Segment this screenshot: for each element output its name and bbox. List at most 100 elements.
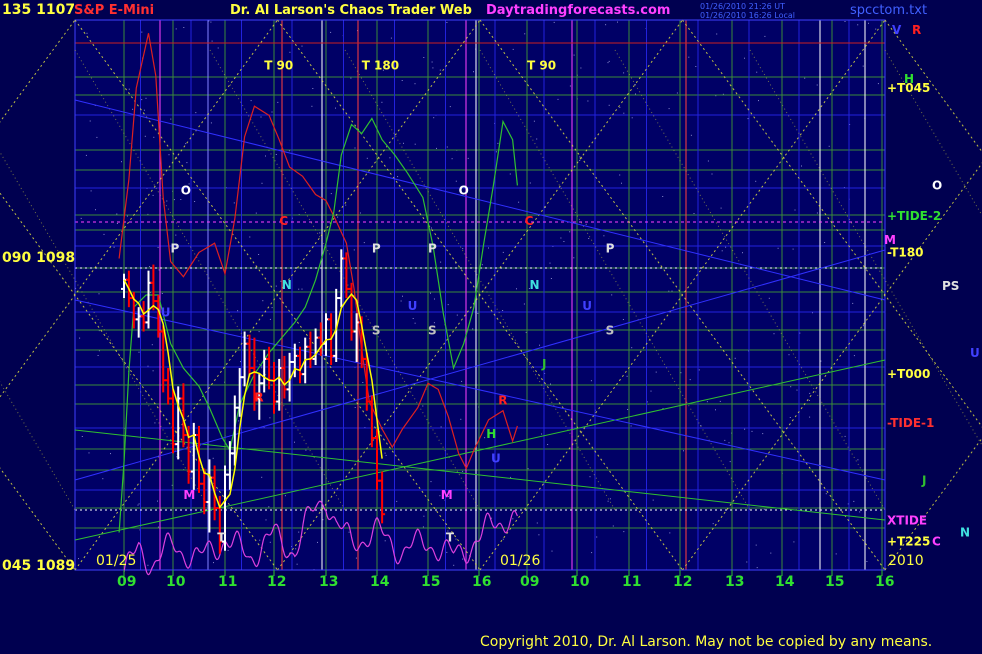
star-dot — [460, 419, 461, 420]
star-dot — [422, 406, 423, 407]
y-tick-top: 135 1107 — [2, 2, 75, 18]
star-dot — [462, 471, 463, 472]
copyright-notice: Copyright 2010, Dr. Al Larson. May not b… — [480, 634, 932, 650]
star-dot — [621, 183, 622, 184]
planet-label: U — [161, 305, 171, 319]
star-dot — [212, 41, 213, 42]
star-dot — [432, 67, 433, 68]
star-dot — [817, 85, 818, 86]
star-dot — [87, 33, 88, 34]
star-dot — [385, 453, 386, 454]
star-dot — [240, 361, 241, 362]
star-dot — [355, 407, 356, 408]
star-dot — [270, 319, 271, 320]
planet-label: R — [254, 391, 263, 405]
star-dot — [272, 112, 273, 113]
right-price-label: -TIDE-1 — [887, 416, 934, 430]
star-dot — [488, 248, 489, 249]
star-dot — [158, 247, 159, 248]
star-dot — [829, 146, 830, 147]
star-dot — [457, 315, 458, 316]
star-dot — [591, 380, 592, 381]
x-tick-label: 13 — [319, 574, 338, 590]
star-dot — [299, 342, 300, 343]
x-tick-label: 14 — [775, 574, 795, 590]
planet-label: M — [183, 488, 195, 502]
x-tick-label: 12 — [673, 574, 692, 590]
star-dot — [573, 257, 574, 258]
star-dot — [503, 539, 504, 540]
star-dot — [746, 562, 747, 563]
star-dot — [431, 481, 432, 482]
chart-title: Dr. Al Larson's Chaos Trader Web — [230, 3, 472, 18]
planet-label: U — [408, 299, 418, 313]
star-dot — [809, 393, 810, 394]
star-dot — [256, 213, 257, 214]
star-dot — [145, 136, 146, 137]
star-dot — [868, 23, 869, 24]
star-dot — [360, 213, 361, 214]
star-dot — [752, 431, 753, 432]
star-dot — [423, 526, 424, 527]
star-dot — [503, 252, 504, 253]
star-dot — [724, 440, 725, 441]
star-dot — [337, 217, 338, 218]
side-planet-label: J — [921, 474, 926, 488]
star-dot — [770, 553, 771, 554]
star-dot — [716, 34, 717, 35]
star-dot — [579, 160, 580, 161]
star-dot — [319, 232, 320, 233]
star-dot — [294, 442, 295, 443]
star-dot — [588, 238, 589, 239]
y-tick-bottom: 045 1089 — [2, 558, 75, 574]
star-dot — [312, 88, 313, 89]
star-dot — [147, 565, 148, 566]
star-dot — [180, 199, 181, 200]
star-dot — [139, 352, 140, 353]
star-dot — [720, 401, 721, 402]
planet-label: P — [606, 241, 615, 255]
star-dot — [403, 143, 404, 144]
star-dot — [91, 190, 92, 191]
star-dot — [878, 83, 879, 84]
star-dot — [441, 426, 442, 427]
star-dot — [587, 101, 588, 102]
date-label-second: 01/26 — [500, 553, 540, 569]
star-dot — [635, 94, 636, 95]
star-dot — [518, 202, 519, 203]
star-dot — [397, 176, 398, 177]
star-dot — [715, 409, 716, 410]
star-dot — [446, 22, 447, 23]
star-dot — [157, 501, 158, 502]
x-tick-label: 16 — [472, 574, 491, 590]
star-dot — [89, 452, 90, 453]
star-dot — [129, 89, 130, 90]
star-dot — [484, 437, 485, 438]
star-dot — [423, 57, 424, 58]
star-dot — [402, 80, 403, 81]
star-dot — [605, 24, 606, 25]
star-dot — [795, 210, 796, 211]
star-dot — [448, 304, 449, 305]
star-dot — [694, 213, 695, 214]
star-dot — [237, 310, 238, 311]
star-dot — [609, 61, 610, 62]
star-dot — [695, 66, 696, 67]
star-dot — [211, 122, 212, 123]
year-label: 2010 — [888, 553, 924, 569]
star-dot — [169, 154, 170, 155]
star-dot — [680, 372, 681, 373]
cycle-label: T 90 — [527, 59, 556, 73]
star-dot — [345, 205, 346, 206]
star-dot — [623, 72, 624, 73]
star-dot — [297, 564, 298, 565]
right-price-label: +T000 — [887, 367, 930, 381]
star-dot — [708, 161, 709, 162]
star-dot — [817, 213, 818, 214]
star-dot — [261, 365, 262, 366]
star-dot — [610, 498, 611, 499]
star-dot — [386, 455, 387, 456]
planet-label: J — [541, 357, 546, 371]
star-dot — [447, 147, 448, 148]
star-dot — [110, 453, 111, 454]
